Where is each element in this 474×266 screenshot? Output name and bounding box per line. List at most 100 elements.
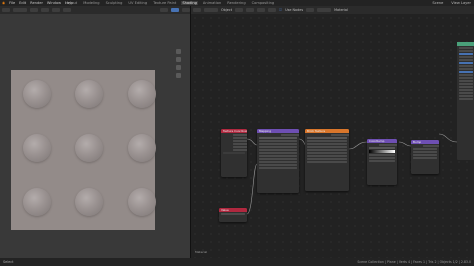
scene-name[interactable]: Scene — [432, 1, 443, 5]
field-row[interactable] — [259, 158, 297, 160]
menu-window[interactable]: Window — [47, 1, 61, 5]
perspective-icon[interactable] — [176, 73, 181, 78]
tab-sculpting[interactable]: Sculpting — [105, 1, 124, 5]
offset-dropdown[interactable] — [307, 137, 347, 139]
field-row[interactable] — [459, 47, 473, 49]
field-row[interactable] — [307, 161, 347, 163]
field-row[interactable] — [459, 71, 473, 73]
material-name[interactable]: Material — [334, 8, 348, 12]
field-row[interactable] — [307, 152, 347, 154]
node-header[interactable]: Mapping — [257, 129, 299, 133]
tab-animation[interactable]: Animation — [202, 1, 222, 5]
node-header[interactable]: Texture Coordinate — [221, 129, 247, 133]
field-row[interactable] — [307, 146, 347, 148]
view-button[interactable] — [235, 8, 244, 12]
select-button[interactable] — [246, 8, 255, 12]
field-row[interactable] — [459, 83, 473, 85]
interpolation-dropdown[interactable] — [369, 147, 395, 149]
pan-icon[interactable] — [176, 57, 181, 62]
tab-layout[interactable]: Layout — [64, 1, 78, 5]
add-button[interactable] — [257, 8, 266, 12]
field-row[interactable] — [369, 157, 395, 159]
shading-options-button[interactable] — [182, 8, 190, 12]
object-label[interactable]: Object — [221, 8, 232, 12]
overlay-button[interactable] — [160, 8, 168, 12]
field-row[interactable] — [413, 154, 437, 156]
field-row[interactable] — [459, 80, 473, 82]
color-ramp-gradient[interactable] — [369, 150, 395, 153]
node-button[interactable] — [268, 8, 277, 12]
field-row[interactable] — [459, 95, 473, 97]
field-row[interactable] — [259, 155, 297, 157]
viewport-mode-button[interactable] — [13, 8, 27, 12]
tab-shading[interactable]: Shading — [181, 1, 198, 5]
tab-modeling[interactable]: Modeling — [82, 1, 100, 5]
material-dropdown[interactable] — [317, 8, 332, 12]
field-row[interactable] — [259, 143, 297, 145]
field-row[interactable] — [413, 157, 437, 159]
node-bump[interactable]: Bump — [411, 140, 439, 174]
add-menu-button[interactable] — [52, 8, 60, 12]
view-layer-name[interactable]: View Layer — [451, 1, 471, 5]
field-row[interactable] — [413, 151, 437, 153]
field-row[interactable] — [307, 143, 347, 145]
object-type-dropdown[interactable] — [204, 8, 218, 12]
view-menu-button[interactable] — [30, 8, 38, 12]
field-row[interactable] — [259, 161, 297, 163]
use-nodes-checkbox-icon[interactable]: ☑ — [279, 8, 282, 12]
field-row[interactable] — [459, 89, 473, 91]
object-field[interactable] — [223, 152, 245, 154]
camera-icon[interactable] — [176, 65, 181, 70]
tab-rendering[interactable]: Rendering — [226, 1, 246, 5]
node-header[interactable]: Brick Texture — [305, 129, 349, 133]
tab-uv-editing[interactable]: UV Editing — [127, 1, 148, 5]
field-row[interactable] — [459, 92, 473, 94]
shading-mode-button[interactable] — [171, 8, 179, 12]
menu-render[interactable]: Render — [30, 1, 43, 5]
node-texture-coordinate[interactable]: Texture Coordinate — [221, 129, 247, 177]
menu-edit[interactable]: Edit — [19, 1, 26, 5]
field-row[interactable] — [259, 149, 297, 151]
tab-texture-paint[interactable]: Texture Paint — [152, 1, 177, 5]
field-row[interactable] — [413, 148, 437, 150]
field-row[interactable] — [259, 164, 297, 166]
field-row[interactable] — [459, 65, 473, 67]
node-brick-texture[interactable]: Brick Texture — [305, 129, 349, 191]
slot-dropdown[interactable] — [306, 8, 315, 12]
select-menu-button[interactable] — [41, 8, 49, 12]
node-mapping[interactable]: Mapping — [257, 129, 299, 193]
zoom-icon[interactable] — [176, 49, 181, 54]
node-header[interactable]: ColorRamp — [367, 139, 397, 143]
field-row[interactable] — [307, 149, 347, 151]
field-row[interactable] — [307, 158, 347, 160]
field-row[interactable] — [369, 154, 395, 156]
field-row[interactable] — [459, 98, 473, 100]
shader-node-editor[interactable]: Texture Coordinate Mapping Brick Texture — [190, 14, 474, 258]
menu-file[interactable]: File — [9, 1, 15, 5]
use-nodes-label[interactable]: Use Nodes — [285, 8, 303, 12]
3d-viewport[interactable] — [0, 14, 190, 258]
field-row[interactable] — [459, 50, 473, 52]
textured-plane[interactable] — [11, 70, 156, 230]
node-principled-bsdf[interactable] — [457, 42, 474, 160]
blender-logo-icon[interactable]: ◉ — [2, 1, 5, 5]
field-row[interactable] — [459, 86, 473, 88]
field-row[interactable] — [369, 160, 395, 162]
node-value[interactable]: Value — [219, 208, 247, 222]
field-row[interactable] — [459, 77, 473, 79]
node-header[interactable]: Value — [219, 208, 247, 212]
field-row[interactable] — [459, 59, 473, 61]
type-dropdown[interactable] — [259, 137, 297, 139]
field-row[interactable] — [459, 74, 473, 76]
field-row[interactable] — [307, 155, 347, 157]
editor-type-button[interactable] — [2, 8, 10, 12]
node-header[interactable]: Bump — [411, 140, 439, 144]
field-row[interactable] — [259, 140, 297, 142]
field-row[interactable] — [459, 68, 473, 70]
node-header[interactable] — [457, 42, 474, 46]
field-row[interactable] — [459, 56, 473, 58]
object-menu-button[interactable] — [63, 8, 71, 12]
tab-compositing[interactable]: Compositing — [251, 1, 276, 5]
field-row[interactable] — [259, 152, 297, 154]
field-row[interactable] — [259, 167, 297, 169]
